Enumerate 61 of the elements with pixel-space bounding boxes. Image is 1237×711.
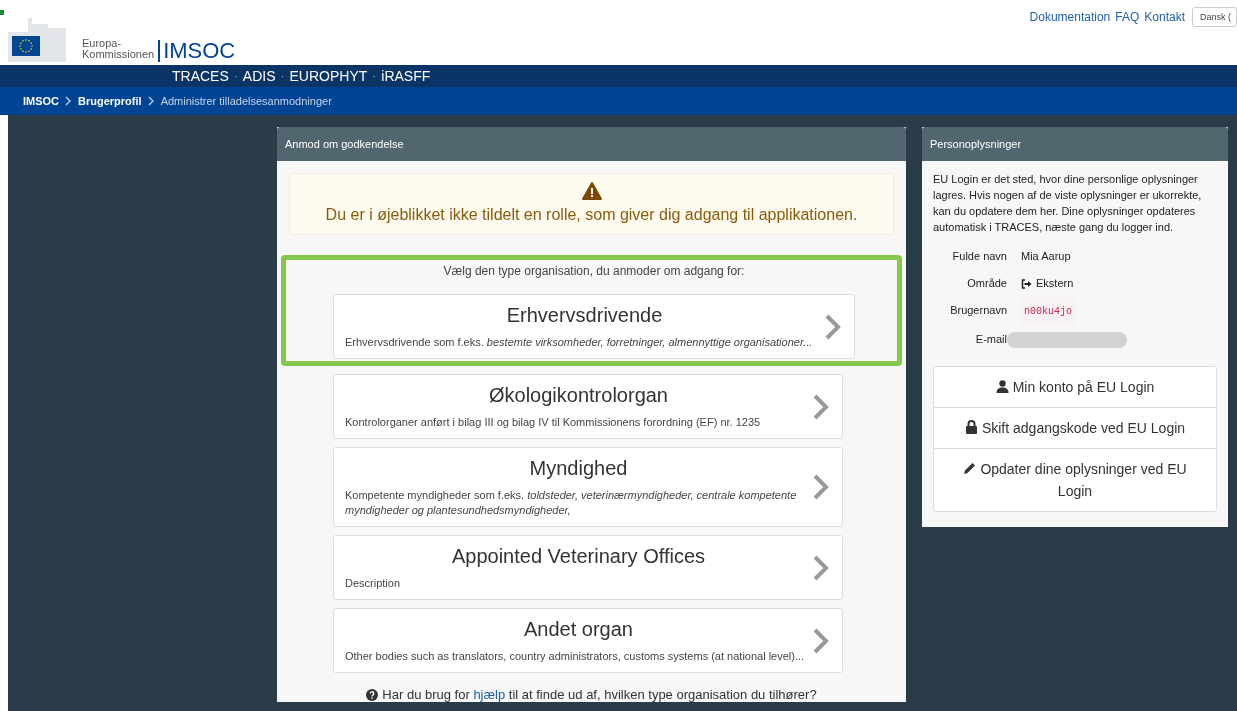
nav-link[interactable]: iRASFF bbox=[381, 68, 431, 84]
header-link[interactable]: Dokumentation bbox=[1029, 10, 1111, 24]
option-title: Myndighed bbox=[528, 456, 629, 481]
nav-link[interactable]: ADIS bbox=[242, 68, 276, 84]
field-label: Område bbox=[966, 276, 1007, 291]
option-description: Erhvervsdrivende som f.eks. bestemte virksomheder, forretninger, almennyttige organisationer... bbox=[345, 335, 814, 350]
organisation-option[interactable]: Andet organ Other bodies such as translators, country administrators, customs systems (at national level)... bbox=[333, 608, 843, 673]
panel-title: Personoplysninger bbox=[922, 127, 1228, 161]
header-link[interactable]: FAQ bbox=[1115, 10, 1140, 24]
chevron-icon bbox=[812, 626, 830, 655]
option-description: Description bbox=[345, 576, 402, 591]
organisation-option[interactable]: Myndighed Kompetente myndigheder som f.eks. toldsteder, veterinærmyndigheder, centrale kompetente myndigheder og plantesundhedsmyndigheder, bbox=[333, 447, 843, 527]
nav-link[interactable]: EUROPHYT bbox=[289, 68, 368, 84]
header-link[interactable]: Kontakt bbox=[1144, 10, 1185, 24]
alert-message: Du er i øjeblikket ikke tildelt en rolle, som giver dig adgang til applikationen. bbox=[325, 206, 858, 224]
nav-separator: · bbox=[372, 69, 377, 83]
help-link[interactable]: hjælp bbox=[473, 687, 506, 702]
chevron-icon bbox=[65, 96, 73, 106]
option-description: Other bodies such as translators, country administrators, customs systems (at national level)... bbox=[345, 649, 806, 664]
corner-mark bbox=[0, 10, 4, 15]
field-value: Ekstern bbox=[1036, 276, 1074, 291]
language-select[interactable]: Dansk ( bbox=[1192, 7, 1237, 27]
organisation-option[interactable]: Appointed Veterinary Offices Description bbox=[333, 535, 843, 600]
eu-login-button[interactable]: Min konto på EU Login bbox=[934, 367, 1216, 407]
field-value: Mia Aarup bbox=[1021, 249, 1071, 264]
chevron-icon bbox=[812, 553, 830, 582]
eu-login-button[interactable]: Opdater dine oplysninger ved EU Login bbox=[934, 448, 1216, 511]
option-title: Erhvervsdrivende bbox=[505, 303, 664, 328]
nav-separator: · bbox=[280, 69, 285, 83]
info-paragraph: EU Login er det sted, hvor dine personlige oplysninger lagres. Hvis nogen af de viste oplysninger er ukorrekte, kan du opdatere dem her. Dine oplysninger opdateres automatisk i TRACES, næste gang du logger ind. bbox=[933, 172, 1203, 235]
option-title: Andet organ bbox=[523, 617, 634, 642]
breadcrumb-current: Administrer tilladelsesanmodninger bbox=[160, 95, 332, 107]
sign-in-icon bbox=[1021, 278, 1032, 289]
chevron-icon bbox=[812, 392, 830, 421]
help-text: Har du brug for hjælp til at finde ud af, hvilken type organisation du tilhører? bbox=[382, 687, 817, 702]
organisation-option[interactable]: Erhvervsdrivende Erhvervsdrivende som f.eks. bestemte virksomheder, forretninger, almennyttige organisationer... bbox=[333, 294, 855, 359]
warning-icon bbox=[581, 182, 602, 200]
chevron-icon bbox=[147, 96, 155, 106]
nav-separator: · bbox=[233, 69, 238, 83]
instruction-text: Vælg den type organisation, du anmoder om adgang for: bbox=[442, 264, 746, 278]
eu-login-button[interactable]: Skift adgangskode ved EU Login bbox=[934, 407, 1216, 448]
panel-title: Anmod om godkendelse bbox=[277, 127, 906, 161]
app-name: IMSOC bbox=[158, 40, 236, 62]
lock-icon bbox=[964, 420, 978, 434]
breadcrumb-link[interactable]: Brugerprofil bbox=[78, 95, 142, 107]
organisation-option[interactable]: Økologikontrolorgan Kontrolorganer anført i bilag III og bilag IV til Kommissionens forordning (EF) nr. 1235 bbox=[333, 374, 843, 439]
breadcrumb-link[interactable]: IMSOC bbox=[23, 95, 60, 107]
username-value: n00ku4jo bbox=[1021, 297, 1075, 326]
chevron-icon bbox=[812, 473, 830, 501]
option-description: Kompetente myndigheder som f.eks. toldsteder, veterinærmyndigheder, centrale kompetente myndigheder og plantesundhedsmyndigheder, bbox=[345, 488, 798, 518]
option-description: Kontrolorganer anført i bilag III og bilag IV til Kommissionens forordning (EF) nr. 1235 bbox=[345, 415, 762, 430]
option-title: Appointed Veterinary Offices bbox=[450, 544, 707, 569]
pencil-icon bbox=[963, 462, 977, 475]
nav-link[interactable]: TRACES bbox=[172, 68, 229, 84]
field-label: E-mail bbox=[974, 332, 1007, 347]
chevron-icon bbox=[824, 312, 842, 341]
field-label: Brugernavn bbox=[949, 303, 1007, 318]
field-label: Fulde navn bbox=[951, 249, 1007, 264]
organisation-name: Europa- Kommissionen bbox=[82, 38, 155, 62]
option-title: Økologikontrolorgan bbox=[488, 383, 669, 408]
user-icon bbox=[995, 380, 1009, 393]
